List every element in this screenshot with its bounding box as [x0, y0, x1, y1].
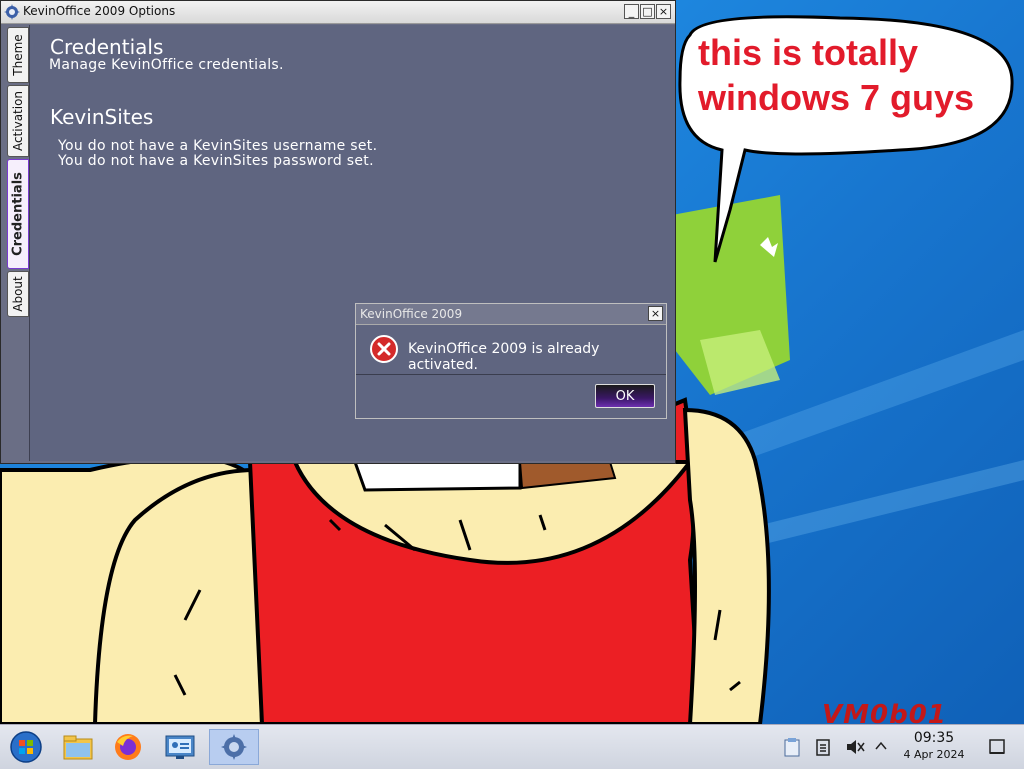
- tab-about[interactable]: About: [7, 271, 29, 317]
- chevron-up-icon[interactable]: [874, 740, 888, 752]
- notifications-icon[interactable]: [988, 738, 1006, 756]
- kevinoffice-options-icon: [221, 734, 247, 760]
- username-status: You do not have a KevinSites username se…: [58, 138, 378, 154]
- tab-theme[interactable]: Theme: [7, 27, 29, 83]
- control-panel-icon: [165, 735, 195, 759]
- file-manager-button[interactable]: [56, 729, 100, 765]
- file-manager-icon: [63, 735, 93, 760]
- error-icon: [370, 335, 398, 363]
- dialog-message: KevinOffice 2009 is already activated.: [408, 341, 600, 373]
- speech-bubble-text: this is totally windows 7 guys: [698, 30, 1008, 120]
- clipboard-icon[interactable]: [783, 737, 801, 757]
- vertical-tab-bar: Theme Activation Credentials About: [3, 25, 29, 461]
- tab-activation-label: Activation: [11, 90, 25, 152]
- tab-activation[interactable]: Activation: [7, 85, 29, 157]
- tab-credentials[interactable]: Credentials: [7, 159, 29, 269]
- volume-muted-icon[interactable]: [845, 738, 865, 756]
- credentials-description: Manage KevinOffice credentials.: [49, 57, 284, 73]
- control-panel-button[interactable]: [158, 729, 202, 765]
- kevinsites-heading: KevinSites: [50, 105, 154, 129]
- credentials-heading: Credentials: [50, 35, 164, 59]
- dialog-close-button[interactable]: ×: [648, 306, 663, 321]
- taskbar: 09:35 4 Apr 2024: [0, 724, 1024, 769]
- tab-theme-label: Theme: [11, 34, 25, 76]
- dialog-separator: [356, 374, 666, 375]
- window-titlebar[interactable]: KevinOffice 2009 Options _ □ ×: [1, 1, 675, 24]
- dialog-titlebar[interactable]: KevinOffice 2009 ×: [356, 304, 666, 325]
- tab-credentials-label: Credentials: [10, 172, 26, 256]
- window-title: KevinOffice 2009 Options: [23, 4, 176, 18]
- gear-icon: [4, 4, 20, 20]
- clock-date[interactable]: 4 Apr 2024: [900, 748, 968, 761]
- dialog-title: KevinOffice 2009: [360, 307, 463, 321]
- minimize-button[interactable]: _: [624, 4, 639, 19]
- start-orb-icon: [10, 731, 42, 763]
- clock-time[interactable]: 09:35: [900, 730, 968, 746]
- firefox-button[interactable]: [106, 729, 150, 765]
- start-button[interactable]: [4, 729, 48, 765]
- password-status: You do not have a KevinSites password se…: [58, 153, 374, 169]
- kevinoffice-options-taskbar-button[interactable]: [209, 729, 259, 765]
- firefox-icon: [115, 734, 141, 760]
- close-button[interactable]: ×: [656, 4, 671, 19]
- activation-dialog: KevinOffice 2009 × KevinOffice 2009 is a…: [355, 303, 667, 419]
- speech-bubble-line-1: this is totally: [698, 32, 919, 73]
- speech-bubble-line-2: windows 7 guys: [698, 77, 975, 118]
- maximize-button[interactable]: □: [640, 4, 655, 19]
- tab-about-label: About: [11, 276, 25, 312]
- notes-icon[interactable]: [815, 738, 831, 756]
- ok-button[interactable]: OK: [595, 384, 655, 408]
